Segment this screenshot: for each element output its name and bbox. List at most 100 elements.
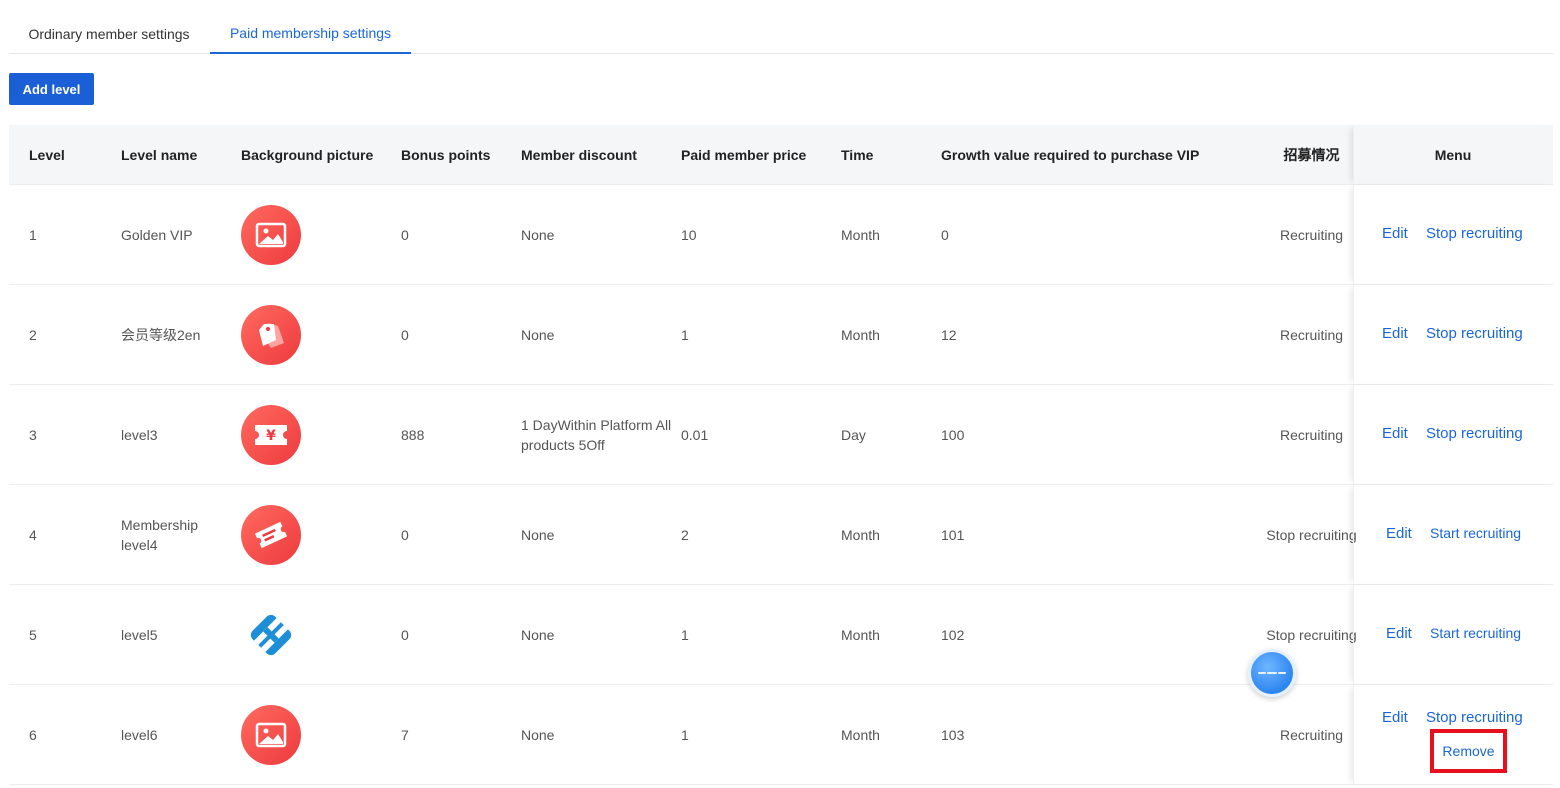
edit-link[interactable]: Edit (1386, 625, 1412, 642)
ticket-icon (241, 505, 301, 565)
remove-highlight: Remove (1430, 729, 1507, 773)
tab-bar: Ordinary member settings Paid membership… (9, 0, 1553, 54)
level-name-cell: level5 (121, 627, 158, 643)
menu-cell: Edit Stop recruiting (1353, 285, 1553, 385)
table-row: 5 level5 0 None 1 Month 102 Stop recruit… (9, 585, 1553, 685)
header-paid-member-price: Paid member price (681, 147, 807, 163)
level-cell: 1 (29, 227, 37, 243)
yuan-ticket-icon: ¥ (241, 405, 301, 465)
level-name-cell: Golden VIP (121, 227, 193, 243)
member-discount-cell: None (521, 527, 555, 543)
time-cell: Day (841, 427, 866, 443)
price-cell: 1 (681, 727, 689, 743)
time-cell: Month (841, 227, 880, 243)
price-cell: 1 (681, 327, 689, 343)
dash-line-icon (1258, 672, 1286, 674)
growth-value-cell: 101 (941, 527, 965, 543)
tag-icon (241, 305, 301, 365)
level-name-cell: Membership level4 (121, 517, 199, 553)
level-cell: 6 (29, 727, 37, 743)
member-discount-cell: 1 DayWithin Platform All products 5Off (521, 417, 672, 453)
menu-cell: Edit Stop recruiting (1353, 385, 1553, 485)
table-row: 6 level6 7 None 1 Month 103 Recruiting E… (9, 685, 1553, 785)
add-level-button[interactable]: Add level (9, 73, 94, 105)
growth-value-cell: 12 (941, 327, 957, 343)
header-level: Level (29, 147, 65, 163)
stop-recruiting-link[interactable]: Stop recruiting (1426, 225, 1523, 242)
menu-cell: Edit Start recruiting (1353, 585, 1553, 685)
edit-link[interactable]: Edit (1382, 709, 1408, 726)
member-discount-cell: None (521, 327, 555, 343)
background-picture-cell (241, 485, 301, 585)
bonus-points-cell: 0 (401, 627, 409, 643)
edit-link[interactable]: Edit (1382, 425, 1408, 442)
table-row: 4 Membership level4 0 None 2 Month 101 S… (9, 485, 1553, 585)
growth-value-cell: 100 (941, 427, 965, 443)
level-cell: 3 (29, 427, 37, 443)
price-cell: 2 (681, 527, 689, 543)
menu-cell: Edit Stop recruiting (1353, 185, 1553, 285)
status-cell: Recruiting (1279, 727, 1344, 743)
price-cell: 10 (681, 227, 697, 243)
growth-value-cell: 0 (941, 227, 949, 243)
stop-recruiting-link[interactable]: Stop recruiting (1426, 709, 1523, 726)
level-name-cell: level6 (121, 727, 158, 743)
table-row: 1 Golden VIP 0 None 10 Month 0 Recruitin… (9, 185, 1553, 285)
background-picture-cell: ¥ (241, 385, 301, 485)
price-cell: 0.01 (681, 427, 709, 443)
app-logo-icon (241, 605, 301, 665)
time-cell: Month (841, 527, 880, 543)
table-row: 2 会员等级2en 0 None 1 Month 12 Recruiting E… (9, 285, 1553, 385)
stop-recruiting-link[interactable]: Stop recruiting (1426, 325, 1523, 342)
start-recruiting-link[interactable]: Start recruiting (1430, 525, 1521, 541)
growth-value-cell: 102 (941, 627, 965, 643)
bonus-points-cell: 7 (401, 727, 409, 743)
bonus-points-cell: 0 (401, 327, 409, 343)
status-cell: Recruiting (1279, 427, 1344, 443)
membership-levels-table: Level Level name Background picture Bonu… (9, 125, 1553, 785)
background-picture-cell (241, 285, 301, 385)
time-cell: Month (841, 727, 880, 743)
level-cell: 5 (29, 627, 37, 643)
level-name-cell: 会员等级2en (121, 327, 201, 343)
edit-link[interactable]: Edit (1382, 225, 1408, 242)
bonus-points-cell: 0 (401, 227, 409, 243)
header-member-discount: Member discount (521, 147, 637, 163)
floating-assistant-button[interactable] (1248, 649, 1296, 697)
growth-value-cell: 103 (941, 727, 965, 743)
status-cell: Recruiting (1279, 227, 1344, 243)
background-picture-cell (241, 185, 301, 285)
header-bonus-points: Bonus points (401, 147, 491, 163)
table-header: Level Level name Background picture Bonu… (9, 125, 1553, 185)
image-icon (241, 205, 301, 265)
header-recruitment-status: 招募情况 (1283, 147, 1340, 163)
header-time: Time (841, 147, 874, 163)
price-cell: 1 (681, 627, 689, 643)
bonus-points-cell: 0 (401, 527, 409, 543)
time-cell: Month (841, 327, 880, 343)
level-cell: 2 (29, 327, 37, 343)
member-discount-cell: None (521, 627, 555, 643)
level-cell: 4 (29, 527, 37, 543)
member-discount-cell: None (521, 227, 555, 243)
header-background-picture: Background picture (241, 147, 374, 163)
image-icon (241, 705, 301, 765)
start-recruiting-link[interactable]: Start recruiting (1430, 625, 1521, 641)
status-cell: Recruiting (1279, 327, 1344, 343)
table-row: 3 level3 ¥ 888 1 DayWithin Platform All … (9, 385, 1553, 485)
member-discount-cell: None (521, 727, 555, 743)
time-cell: Month (841, 627, 880, 643)
edit-link[interactable]: Edit (1382, 325, 1408, 342)
svg-text:¥: ¥ (266, 428, 276, 444)
edit-link[interactable]: Edit (1386, 525, 1412, 542)
tab-ordinary-member-settings[interactable]: Ordinary member settings (9, 0, 209, 54)
header-level-name: Level name (121, 147, 198, 163)
tab-paid-membership-settings[interactable]: Paid membership settings (210, 0, 411, 54)
menu-cell: Edit Start recruiting (1353, 485, 1553, 585)
bonus-points-cell: 888 (401, 427, 425, 443)
header-growth-value: Growth value required to purchase VIP (941, 147, 1200, 163)
stop-recruiting-link[interactable]: Stop recruiting (1426, 425, 1523, 442)
remove-link[interactable]: Remove (1442, 743, 1494, 759)
status-cell: Stop recruiting (1266, 527, 1357, 543)
background-picture-cell (241, 685, 301, 785)
